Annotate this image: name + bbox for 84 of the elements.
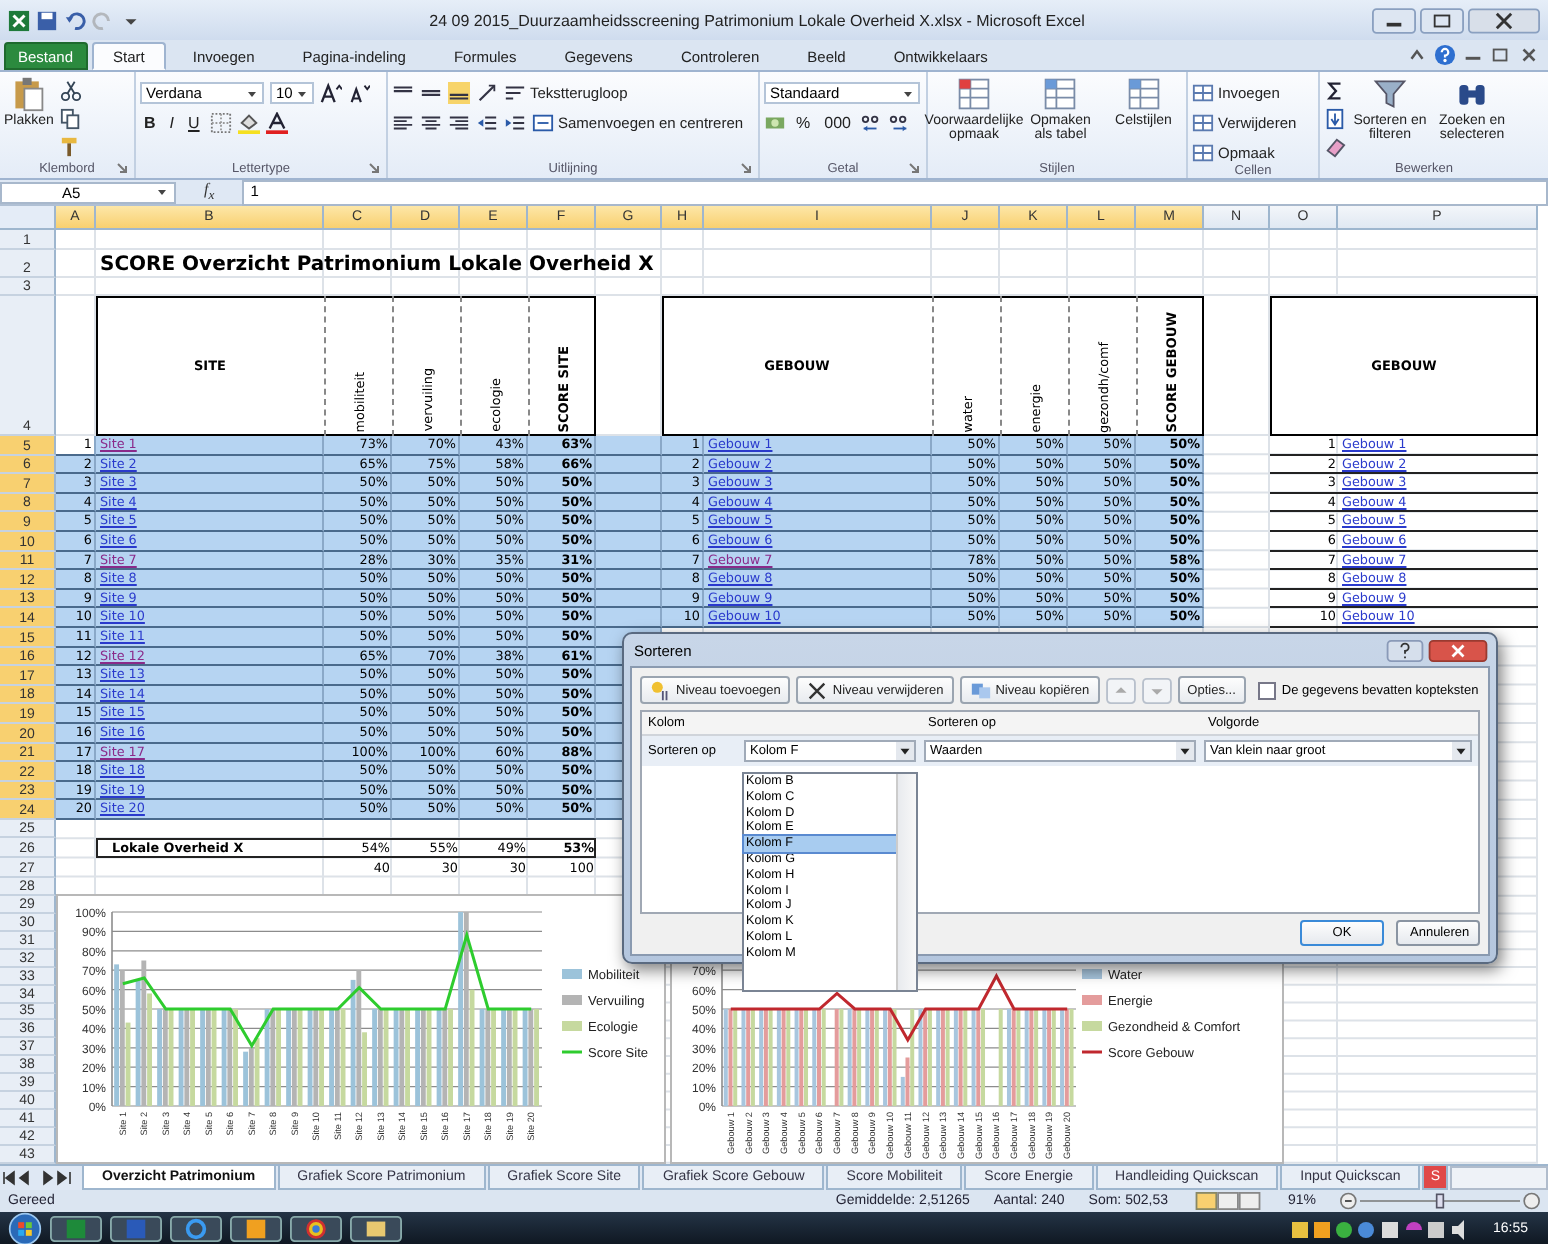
wrap-text-icon — [504, 82, 526, 104]
word-processor-icon[interactable] — [110, 1216, 162, 1242]
align-left-icon[interactable] — [392, 112, 414, 134]
zoom-slider-thumb[interactable] — [1435, 1193, 1445, 1209]
legend-swatch — [1082, 995, 1102, 1005]
thousands-button[interactable]: 000 — [820, 114, 855, 132]
fill-down-icon[interactable] — [1324, 108, 1346, 130]
excel-logo-icon[interactable] — [8, 9, 30, 31]
eraser-icon[interactable] — [1324, 136, 1346, 158]
underline-button[interactable]: U — [184, 114, 204, 132]
start-button[interactable] — [8, 1212, 42, 1244]
mail-app-icon[interactable] — [230, 1216, 282, 1242]
dialog-launcher-icon[interactable] — [908, 162, 920, 174]
merge-cells-icon — [532, 112, 554, 134]
decrease-indent-icon[interactable] — [476, 112, 498, 134]
fill-color-icon[interactable] — [237, 112, 260, 134]
caret-icon — [896, 742, 914, 760]
dialog-launcher-icon[interactable] — [368, 162, 380, 174]
caret-icon — [1452, 742, 1470, 760]
close-icon[interactable] — [1468, 7, 1540, 33]
align-center-icon[interactable] — [420, 112, 442, 134]
align-bottom-icon[interactable] — [448, 82, 470, 104]
font-color-icon[interactable] — [265, 112, 288, 134]
scissors-icon[interactable] — [59, 80, 82, 102]
sum-icon[interactable] — [1324, 80, 1346, 102]
insert-function-button[interactable]: f$_{x}$ — [188, 180, 231, 204]
decrease-decimal-icon[interactable] — [888, 112, 911, 134]
folder-icon[interactable] — [350, 1216, 402, 1242]
restore-icon[interactable] — [1490, 44, 1512, 66]
copy-icon[interactable] — [59, 108, 82, 130]
checkbox[interactable] — [1257, 681, 1276, 699]
increase-decimal-icon[interactable] — [860, 112, 883, 134]
currency-icon[interactable] — [764, 112, 786, 134]
cell-grid-icon — [1192, 82, 1214, 104]
paintbrush-icon[interactable] — [59, 136, 82, 158]
close-icon[interactable] — [1518, 44, 1540, 66]
legend-swatch — [562, 969, 582, 979]
text-angle-icon[interactable] — [476, 82, 498, 104]
view-buttons-icon[interactable] — [1191, 1192, 1264, 1210]
shrink-font-icon[interactable] — [348, 82, 370, 104]
borders-icon[interactable] — [209, 112, 232, 134]
horizontal-scrollbar[interactable] — [1450, 1166, 1548, 1190]
delete-icon — [806, 679, 829, 701]
caret-icon — [1176, 742, 1194, 760]
italic-button[interactable]: I — [165, 114, 179, 132]
dialog-launcher-icon[interactable] — [116, 162, 128, 174]
minimize-icon[interactable] — [1372, 7, 1416, 33]
align-right-icon[interactable] — [448, 112, 470, 134]
table-grid-icon — [1125, 76, 1162, 112]
clipboard-icon — [10, 76, 47, 112]
scrollbar[interactable] — [896, 774, 916, 990]
caret-icon — [246, 87, 258, 99]
caret-icon — [902, 87, 914, 99]
add-icon — [650, 679, 672, 701]
help-icon[interactable] — [1386, 639, 1424, 661]
table-grid-icon — [1042, 76, 1079, 112]
caret-icon — [156, 186, 168, 198]
save-icon[interactable] — [36, 9, 58, 31]
legend-swatch — [562, 995, 582, 1005]
dialog-launcher-icon[interactable] — [740, 162, 752, 174]
funnel-icon — [1372, 76, 1408, 112]
legend-swatch — [1082, 969, 1102, 979]
table-grid-icon — [956, 76, 992, 112]
cell-grid-icon — [1192, 112, 1214, 134]
bold-button[interactable]: B — [140, 114, 160, 132]
browser-icon[interactable] — [290, 1216, 342, 1242]
zoom-slider[interactable] — [1340, 1192, 1540, 1210]
caret-icon — [296, 87, 308, 99]
window-title: 24 09 2015_Duurzaamheidsscreening Patrimonium Lokale Overheid X.xlsx - Microsoft Excel — [427, 11, 1087, 29]
cell-grid-icon — [1192, 142, 1214, 164]
undo-icon[interactable] — [64, 9, 86, 31]
help-icon[interactable] — [1434, 44, 1456, 66]
percent-button[interactable]: % — [792, 114, 815, 132]
bar — [998, 1009, 1003, 1106]
copy-icon — [969, 679, 992, 701]
legend-swatch — [562, 1021, 582, 1031]
increase-indent-icon[interactable] — [504, 112, 526, 134]
spreadsheet-app-icon[interactable] — [50, 1216, 102, 1242]
restore-icon[interactable] — [1420, 7, 1464, 33]
close-icon[interactable] — [1428, 639, 1488, 661]
grow-font-icon[interactable] — [320, 82, 342, 104]
browser-icon[interactable] — [170, 1216, 222, 1242]
sheet-title: SCORE Overzicht Patrimonium Lokale Overheid X — [98, 253, 656, 275]
legend-swatch — [1082, 1021, 1102, 1031]
